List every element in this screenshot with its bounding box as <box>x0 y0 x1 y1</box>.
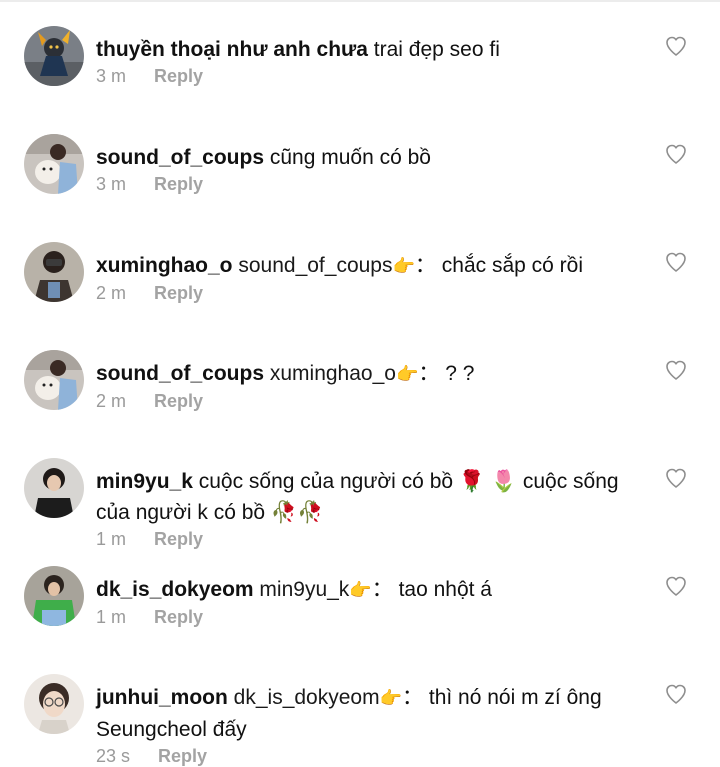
comment-text: junhui_moon dk_is_dokyeom👉： thì nó nói m… <box>96 682 641 745</box>
comment-username[interactable]: xuminghao_o <box>96 254 233 277</box>
comment-time: 3 m <box>96 174 127 194</box>
avatar[interactable] <box>24 458 84 518</box>
mention-separator: ： <box>414 254 436 277</box>
mention-separator: ： <box>402 686 424 709</box>
comment-text: xuminghao_o sound_of_coups👉： chắc sắp có… <box>96 250 641 282</box>
comment-text: dk_is_dokyeom min9yu_k👉： tao nhột á <box>96 574 641 606</box>
reply-button[interactable]: Reply <box>154 66 203 86</box>
avatar[interactable] <box>24 242 84 302</box>
mention-separator: ： <box>418 362 440 385</box>
pointing-hand-icon: 👉 <box>379 688 403 709</box>
comment-meta: 3 m Reply <box>96 173 641 195</box>
comment-username[interactable]: sound_of_coups <box>96 146 264 169</box>
comment-username[interactable]: min9yu_k <box>96 470 193 493</box>
avatar[interactable] <box>24 26 84 86</box>
comment-username[interactable]: sound_of_coups <box>96 362 264 385</box>
comment-meta: 2 m Reply <box>96 390 641 412</box>
comment-time: 1 m <box>96 607 127 627</box>
comment-meta: 2 m Reply <box>96 282 641 304</box>
reply-button[interactable]: Reply <box>154 283 203 303</box>
comment-mention[interactable]: dk_is_dokyeom <box>234 686 380 709</box>
comment-body: trai đẹp seo fi <box>373 38 500 61</box>
heart-outline-icon[interactable] <box>664 250 688 274</box>
pointing-hand-icon: 👉 <box>349 580 372 601</box>
top-divider <box>0 0 720 2</box>
heart-outline-icon[interactable] <box>664 682 688 706</box>
comment-text: sound_of_coups xuminghao_o👉： ? ? <box>96 358 641 390</box>
comment-username[interactable]: dk_is_dokyeom <box>96 578 254 601</box>
pointing-hand-icon: 👉 <box>392 256 415 277</box>
comment-body: chắc sắp có rồi <box>441 254 584 277</box>
reply-button[interactable]: Reply <box>154 529 203 549</box>
heart-outline-icon[interactable] <box>664 34 688 58</box>
comment-body: ? ? <box>445 362 475 385</box>
comment-meta: 3 m Reply <box>96 65 641 87</box>
avatar[interactable] <box>24 350 84 410</box>
comment-mention[interactable]: xuminghao_o <box>270 362 396 385</box>
reply-button[interactable]: Reply <box>154 391 203 411</box>
comment-mention[interactable]: sound_of_coups <box>238 254 392 277</box>
comment-time: 2 m <box>96 391 127 411</box>
comment-time: 23 s <box>96 746 131 766</box>
comment-meta: 1 m Reply <box>96 606 641 628</box>
comment-body: cũng muốn có bồ <box>269 146 431 169</box>
comment-time: 3 m <box>96 66 127 86</box>
comment-meta: 23 s Reply <box>96 745 641 767</box>
heart-outline-icon[interactable] <box>664 142 688 166</box>
heart-outline-icon[interactable] <box>664 574 688 598</box>
avatar[interactable] <box>24 674 84 734</box>
comment-text: thuyền thoại như anh chưa trai đẹp seo f… <box>96 34 641 65</box>
heart-outline-icon[interactable] <box>664 466 688 490</box>
reply-button[interactable]: Reply <box>154 607 203 627</box>
pointing-hand-icon: 👉 <box>395 364 419 385</box>
reply-button[interactable]: Reply <box>158 746 207 766</box>
comment-username[interactable]: thuyền thoại như anh chưa <box>96 38 368 61</box>
avatar[interactable] <box>24 134 84 194</box>
reply-button[interactable]: Reply <box>154 174 203 194</box>
comment-text: sound_of_coups cũng muốn có bồ <box>96 142 641 173</box>
mention-separator: ： <box>371 578 393 601</box>
comment-meta: 1 m Reply <box>96 528 641 550</box>
comment-time: 1 m <box>96 529 127 549</box>
comment-username[interactable]: junhui_moon <box>96 686 228 709</box>
comment-text: min9yu_k cuộc sống của người có bồ 🌹 🌷 c… <box>96 466 641 528</box>
comment-mention[interactable]: min9yu_k <box>259 578 349 601</box>
comment-body: tao nhột á <box>398 578 492 601</box>
comment-time: 2 m <box>96 283 127 303</box>
avatar[interactable] <box>24 566 84 626</box>
heart-outline-icon[interactable] <box>664 358 688 382</box>
